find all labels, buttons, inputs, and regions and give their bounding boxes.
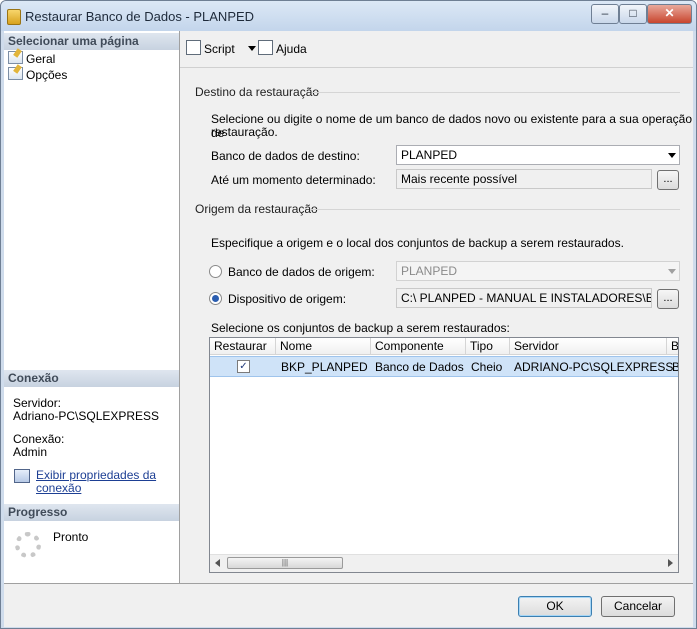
row-type: Cheio bbox=[471, 360, 503, 374]
from-device-radio[interactable] bbox=[209, 292, 222, 305]
column-header-extra[interactable]: Ba bbox=[667, 338, 678, 355]
horizontal-scrollbar[interactable]: ||| bbox=[210, 554, 678, 572]
connection-properties-icon bbox=[14, 469, 30, 483]
help-icon bbox=[258, 40, 273, 55]
progress-status: Pronto bbox=[53, 530, 89, 544]
maximize-button[interactable]: □ bbox=[619, 4, 647, 24]
destination-group-title: Destino da restauração bbox=[195, 85, 320, 99]
destination-db-value: PLANPED bbox=[401, 148, 458, 162]
restore-dialog: Restaurar Banco de Dados - PLANPED – □ ✕… bbox=[0, 0, 697, 629]
from-device-browse-button[interactable]: ... bbox=[657, 289, 679, 309]
column-header-server[interactable]: Servidor bbox=[510, 338, 667, 355]
point-in-time-label: Até um momento determinado: bbox=[211, 173, 376, 187]
scroll-left-arrow-icon[interactable] bbox=[215, 559, 220, 567]
from-device-label: Dispositivo de origem: bbox=[228, 292, 347, 306]
main-pane: Script Ajuda Destino da restauração Sele… bbox=[180, 31, 693, 583]
progress-spinner-icon bbox=[15, 532, 41, 558]
script-button[interactable]: Script bbox=[186, 40, 257, 56]
from-database-combobox[interactable]: PLANPED bbox=[396, 261, 680, 281]
from-database-radio[interactable] bbox=[209, 265, 222, 278]
connection-value: Admin bbox=[13, 445, 48, 459]
minimize-button[interactable]: – bbox=[591, 4, 619, 24]
server-value: Adriano-PC\SQLEXPRESS bbox=[13, 409, 160, 423]
source-instructions: Especifique a origem e o local dos conju… bbox=[211, 236, 624, 250]
destination-db-label: Banco de dados de destino: bbox=[211, 149, 360, 163]
left-pane: Selecionar uma página Geral Opções Conex… bbox=[4, 31, 180, 583]
destination-instructions-cont: restauração. bbox=[211, 125, 278, 139]
from-database-label: Banco de dados de origem: bbox=[228, 265, 375, 279]
page-icon bbox=[8, 51, 23, 64]
close-button[interactable]: ✕ bbox=[647, 4, 692, 24]
help-label: Ajuda bbox=[276, 42, 307, 56]
group-divider bbox=[312, 92, 680, 93]
dialog-footer: OK Cancelar bbox=[4, 583, 693, 627]
from-device-field: C:\ PLANPED - MANUAL E INSTALADORES\BANC… bbox=[396, 288, 652, 308]
backup-sets-grid[interactable]: Restaurar Nome Componente Tipo Servidor … bbox=[209, 337, 679, 573]
help-button[interactable]: Ajuda bbox=[258, 40, 307, 56]
from-database-value: PLANPED bbox=[401, 264, 458, 278]
chevron-down-icon[interactable] bbox=[248, 46, 257, 51]
progress-header: Progresso bbox=[4, 504, 179, 521]
page-icon bbox=[8, 67, 23, 80]
chevron-down-icon[interactable] bbox=[668, 153, 676, 158]
scroll-thumb[interactable]: ||| bbox=[227, 557, 343, 569]
connection-header: Conexão bbox=[4, 370, 179, 387]
destination-instructions: Selecione ou digite o nome de um banco d… bbox=[211, 112, 693, 140]
page-label: Opções bbox=[26, 68, 68, 82]
column-header-component[interactable]: Componente bbox=[371, 338, 466, 355]
group-divider bbox=[310, 209, 680, 210]
row-component: Banco de Dados bbox=[375, 360, 464, 374]
restore-checkbox[interactable]: ✓ bbox=[237, 360, 250, 373]
point-in-time-field: Mais recente possível bbox=[396, 169, 652, 189]
pages-header: Selecionar uma página bbox=[4, 33, 179, 50]
page-label: Geral bbox=[26, 52, 56, 66]
column-header-name[interactable]: Nome bbox=[276, 338, 371, 355]
table-row[interactable]: ✓ BKP_PLANPED Banco de Dados Cheio ADRIA… bbox=[210, 356, 678, 377]
database-icon bbox=[7, 9, 21, 25]
ok-button[interactable]: OK bbox=[518, 596, 592, 617]
backup-sets-label: Selecione os conjuntos de backup a serem… bbox=[211, 321, 510, 335]
script-label: Script bbox=[204, 42, 235, 56]
dialog-client: Selecionar uma página Geral Opções Conex… bbox=[4, 31, 693, 627]
column-header-restore[interactable]: Restaurar bbox=[210, 338, 276, 355]
script-icon bbox=[186, 40, 201, 55]
cancel-button[interactable]: Cancelar bbox=[601, 596, 675, 617]
chevron-down-icon[interactable] bbox=[668, 269, 676, 274]
page-item-general[interactable]: Geral bbox=[8, 51, 55, 66]
point-in-time-browse-button[interactable]: ... bbox=[657, 170, 679, 190]
row-server: ADRIANO-PC\SQLEXPRESS bbox=[514, 360, 674, 374]
title-bar: Restaurar Banco de Dados - PLANPED – □ ✕ bbox=[1, 1, 696, 31]
row-name: BKP_PLANPED bbox=[281, 360, 368, 374]
toolbar: Script Ajuda bbox=[180, 31, 693, 68]
view-connection-properties-link-cont[interactable]: conexão bbox=[36, 482, 81, 495]
row-extra: B bbox=[672, 359, 678, 375]
page-item-options[interactable]: Opções bbox=[8, 67, 67, 82]
destination-db-combobox[interactable]: PLANPED bbox=[396, 145, 680, 165]
column-header-type[interactable]: Tipo bbox=[466, 338, 510, 355]
source-group-title: Origem da restauração bbox=[195, 202, 318, 216]
window-title: Restaurar Banco de Dados - PLANPED bbox=[25, 9, 255, 24]
scroll-right-arrow-icon[interactable] bbox=[668, 559, 673, 567]
